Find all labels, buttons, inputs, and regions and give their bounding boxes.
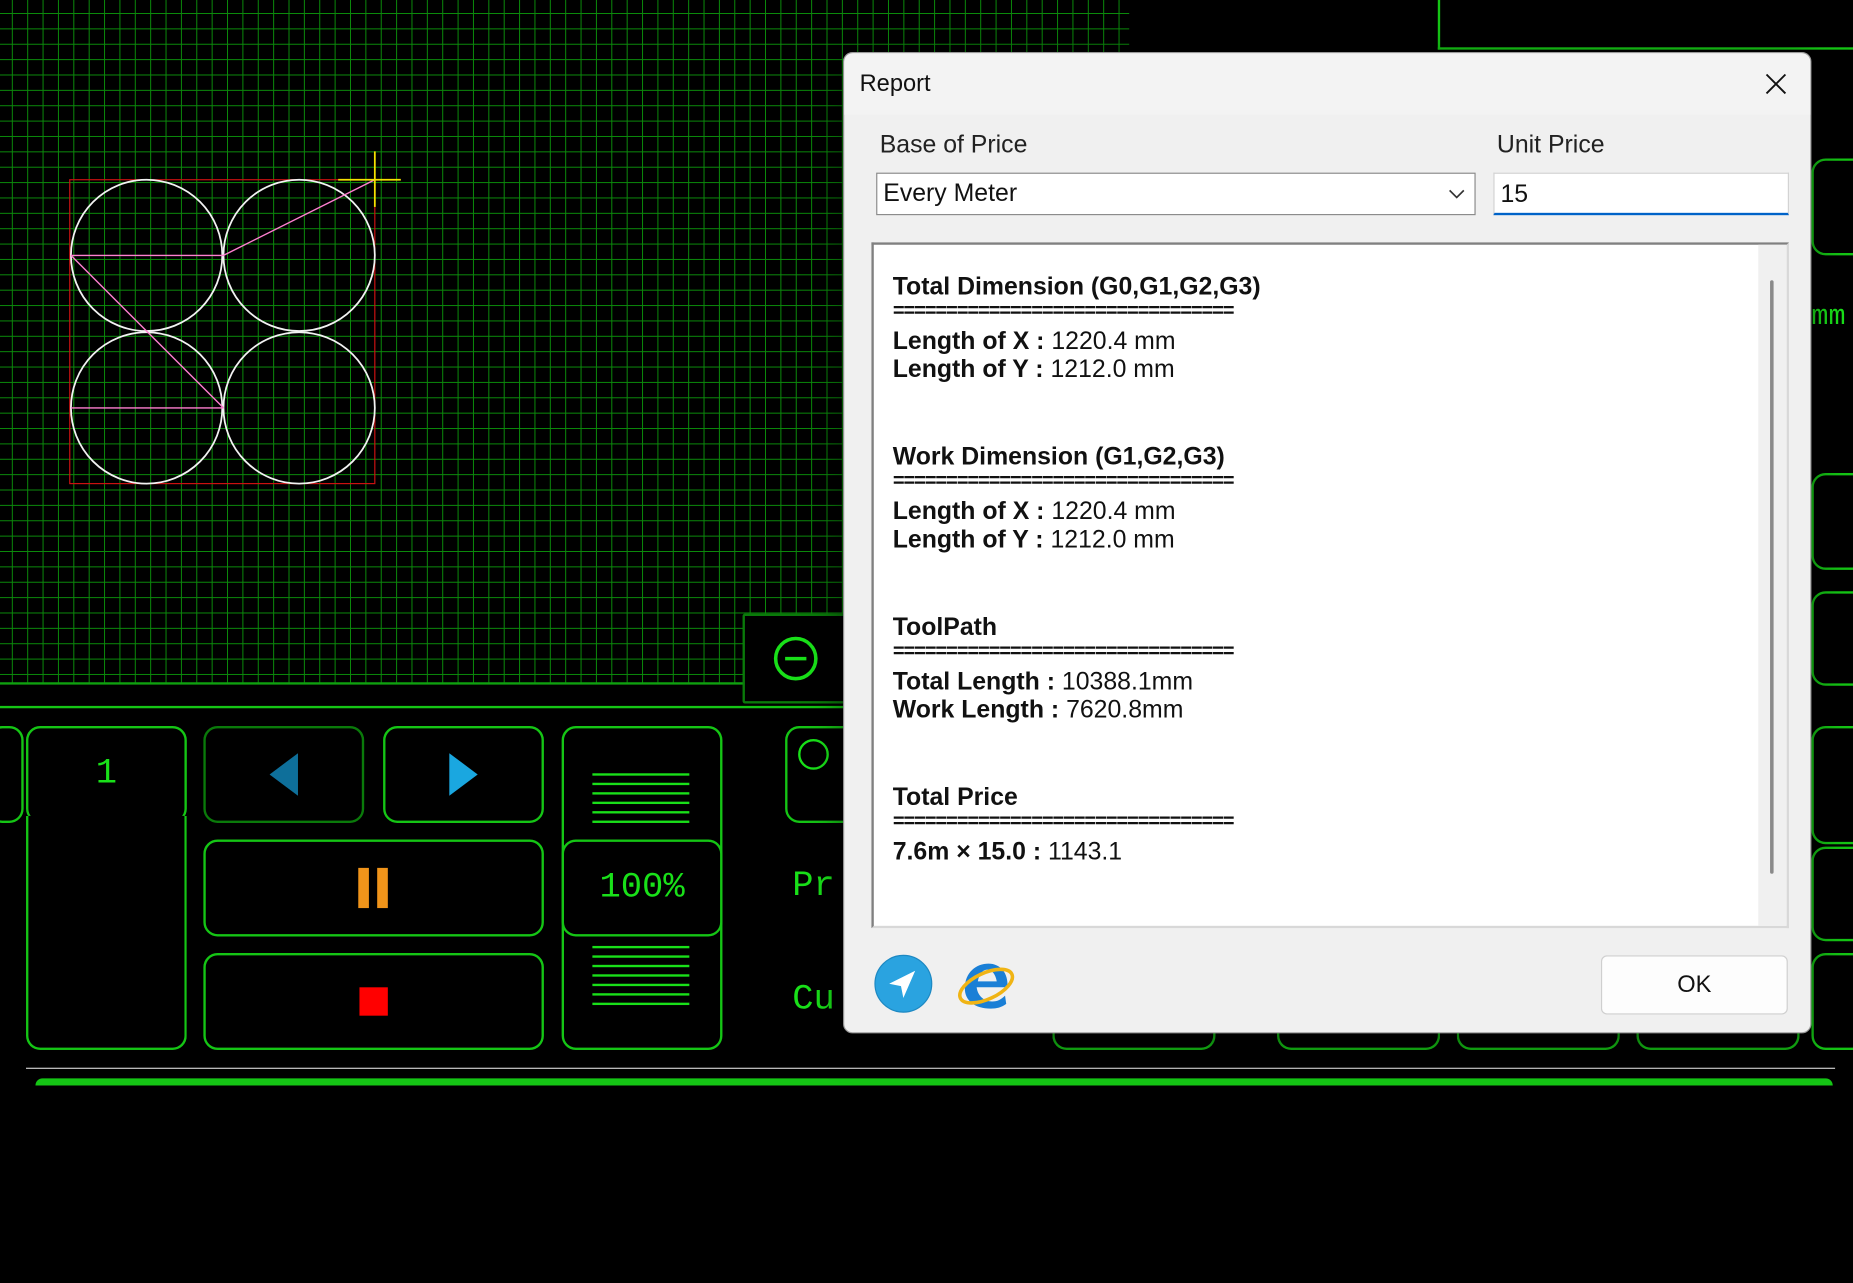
speed-down-lines[interactable] [592, 945, 690, 1006]
base-of-price-value: Every Meter [883, 179, 1018, 207]
unit-price-input[interactable]: 15 [1493, 172, 1789, 216]
report-row-key: Length of Y : [892, 526, 1044, 554]
report-row: Length of X : 1220.4 mm [893, 498, 1721, 526]
cnc-app: mm 1 100% Pr Cu Report Base of Price Uni… [0, 0, 1853, 1086]
counter-display[interactable]: 1 [26, 725, 187, 823]
report-row-key: Work Length : [892, 696, 1060, 724]
report-section: Total Dimension (G0,G1,G2,G3) ===========… [893, 271, 1721, 385]
close-button[interactable] [1749, 60, 1803, 107]
report-textbox[interactable]: Total Dimension (G0,G1,G2,G3) ===========… [871, 242, 1789, 929]
side-button[interactable] [1811, 472, 1853, 570]
panel-divider [0, 705, 852, 709]
side-button[interactable] [1811, 158, 1853, 256]
stop-button[interactable] [203, 953, 544, 1050]
program-label: Pr [792, 866, 835, 907]
report-separator: ================================ [892, 814, 1235, 835]
pause-button[interactable] [203, 839, 544, 937]
report-row: 7.6m × 15.0 : 1143.1 [893, 838, 1721, 866]
prev-button[interactable] [203, 725, 365, 823]
bounding-box [69, 179, 376, 485]
report-section-title: Total Price [892, 783, 1018, 812]
report-row-key: Length of X : [892, 497, 1045, 525]
arrow-left-icon [269, 753, 298, 796]
report-section: ToolPath ================================… [893, 611, 1721, 725]
report-dialog: Report Base of Price Unit Price Every Me… [843, 52, 1812, 1034]
progress-bar [35, 1078, 1833, 1086]
report-separator: ================================ [892, 474, 1235, 495]
report-section: Work Dimension (G1,G2,G3) ===============… [893, 441, 1721, 555]
pause-icon [358, 867, 388, 909]
side-button[interactable] [1811, 591, 1853, 686]
report-row-value: 10388.1mm [1061, 668, 1194, 696]
rapid-move-line [70, 254, 224, 409]
report-separator: ================================ [892, 644, 1235, 665]
zoom-out-icon [773, 636, 818, 681]
scrollbar[interactable] [1758, 244, 1787, 926]
report-row-value: 7620.8mm [1066, 696, 1184, 724]
cut-label: Cu [792, 980, 835, 1021]
counter-panel-body [26, 815, 187, 1050]
report-row-value: 1143.1 [1048, 838, 1123, 866]
report-row-key: Length of Y : [892, 355, 1044, 384]
dialog-titlebar[interactable]: Report [844, 53, 1811, 115]
base-of-price-label: Base of Price [879, 131, 1028, 159]
ok-button[interactable]: OK [1600, 955, 1788, 1015]
report-row: Total Length : 10388.1mm [893, 668, 1721, 696]
speed-value: 100% [599, 867, 685, 909]
report-separator: ================================ [892, 303, 1235, 324]
report-row-key: Length of X : [892, 327, 1045, 355]
unit-label: mm [1811, 301, 1846, 334]
circle-path [222, 178, 376, 332]
telegram-button[interactable] [873, 953, 934, 1014]
report-section-title: ToolPath [892, 613, 998, 641]
left-edge-button[interactable] [0, 725, 24, 823]
unit-price-value: 15 [1500, 180, 1529, 209]
ok-button-label: OK [1677, 971, 1712, 998]
report-row-value: 1212.0 mm [1050, 355, 1175, 384]
counter-value: 1 [95, 754, 118, 795]
report-content: Total Dimension (G0,G1,G2,G3) ===========… [893, 271, 1721, 924]
speed-up-lines[interactable] [592, 773, 690, 823]
divider [1437, 0, 1441, 50]
report-section: Total Price =============================… [893, 782, 1721, 867]
report-row-value: 1220.4 mm [1051, 497, 1176, 525]
chevron-down-icon [1449, 189, 1465, 199]
stop-icon [359, 987, 388, 1016]
radio-circle-icon [798, 738, 829, 770]
side-button[interactable] [1811, 725, 1853, 845]
report-section-title: Total Dimension (G0,G1,G2,G3) [892, 273, 1261, 301]
report-row: Length of X : 1220.4 mm [893, 328, 1721, 356]
speed-display[interactable]: 100% [561, 839, 723, 937]
report-row-key: Total Length : [892, 668, 1055, 696]
browser-button[interactable] [953, 953, 1015, 1014]
report-row: Length of Y : 1212.0 mm [893, 526, 1721, 554]
report-row-value: 1220.4 mm [1051, 327, 1176, 355]
next-button[interactable] [383, 725, 544, 823]
report-row-key: 7.6m × 15.0 : [892, 838, 1042, 866]
report-row-value: 1212.0 mm [1050, 526, 1175, 554]
circle-path [222, 331, 376, 485]
report-row: Work Length : 7620.8mm [893, 696, 1721, 724]
close-icon [1765, 73, 1787, 95]
side-button[interactable] [1811, 846, 1853, 942]
scrollbar-thumb[interactable] [1770, 280, 1774, 874]
status-divider [26, 1067, 1836, 1069]
arrow-right-icon [449, 753, 478, 796]
internet-explorer-icon [958, 963, 1015, 1009]
dialog-title: Report [859, 70, 931, 97]
report-row: Length of Y : 1212.0 mm [893, 356, 1721, 384]
divider [1437, 47, 1853, 50]
rapid-move-line [223, 179, 376, 257]
report-section-title: Work Dimension (G1,G2,G3) [892, 443, 1225, 471]
side-button[interactable] [1811, 953, 1853, 1050]
unit-price-label: Unit Price [1496, 131, 1605, 159]
base-of-price-select[interactable]: Every Meter [876, 172, 1476, 216]
telegram-icon [874, 954, 933, 1013]
